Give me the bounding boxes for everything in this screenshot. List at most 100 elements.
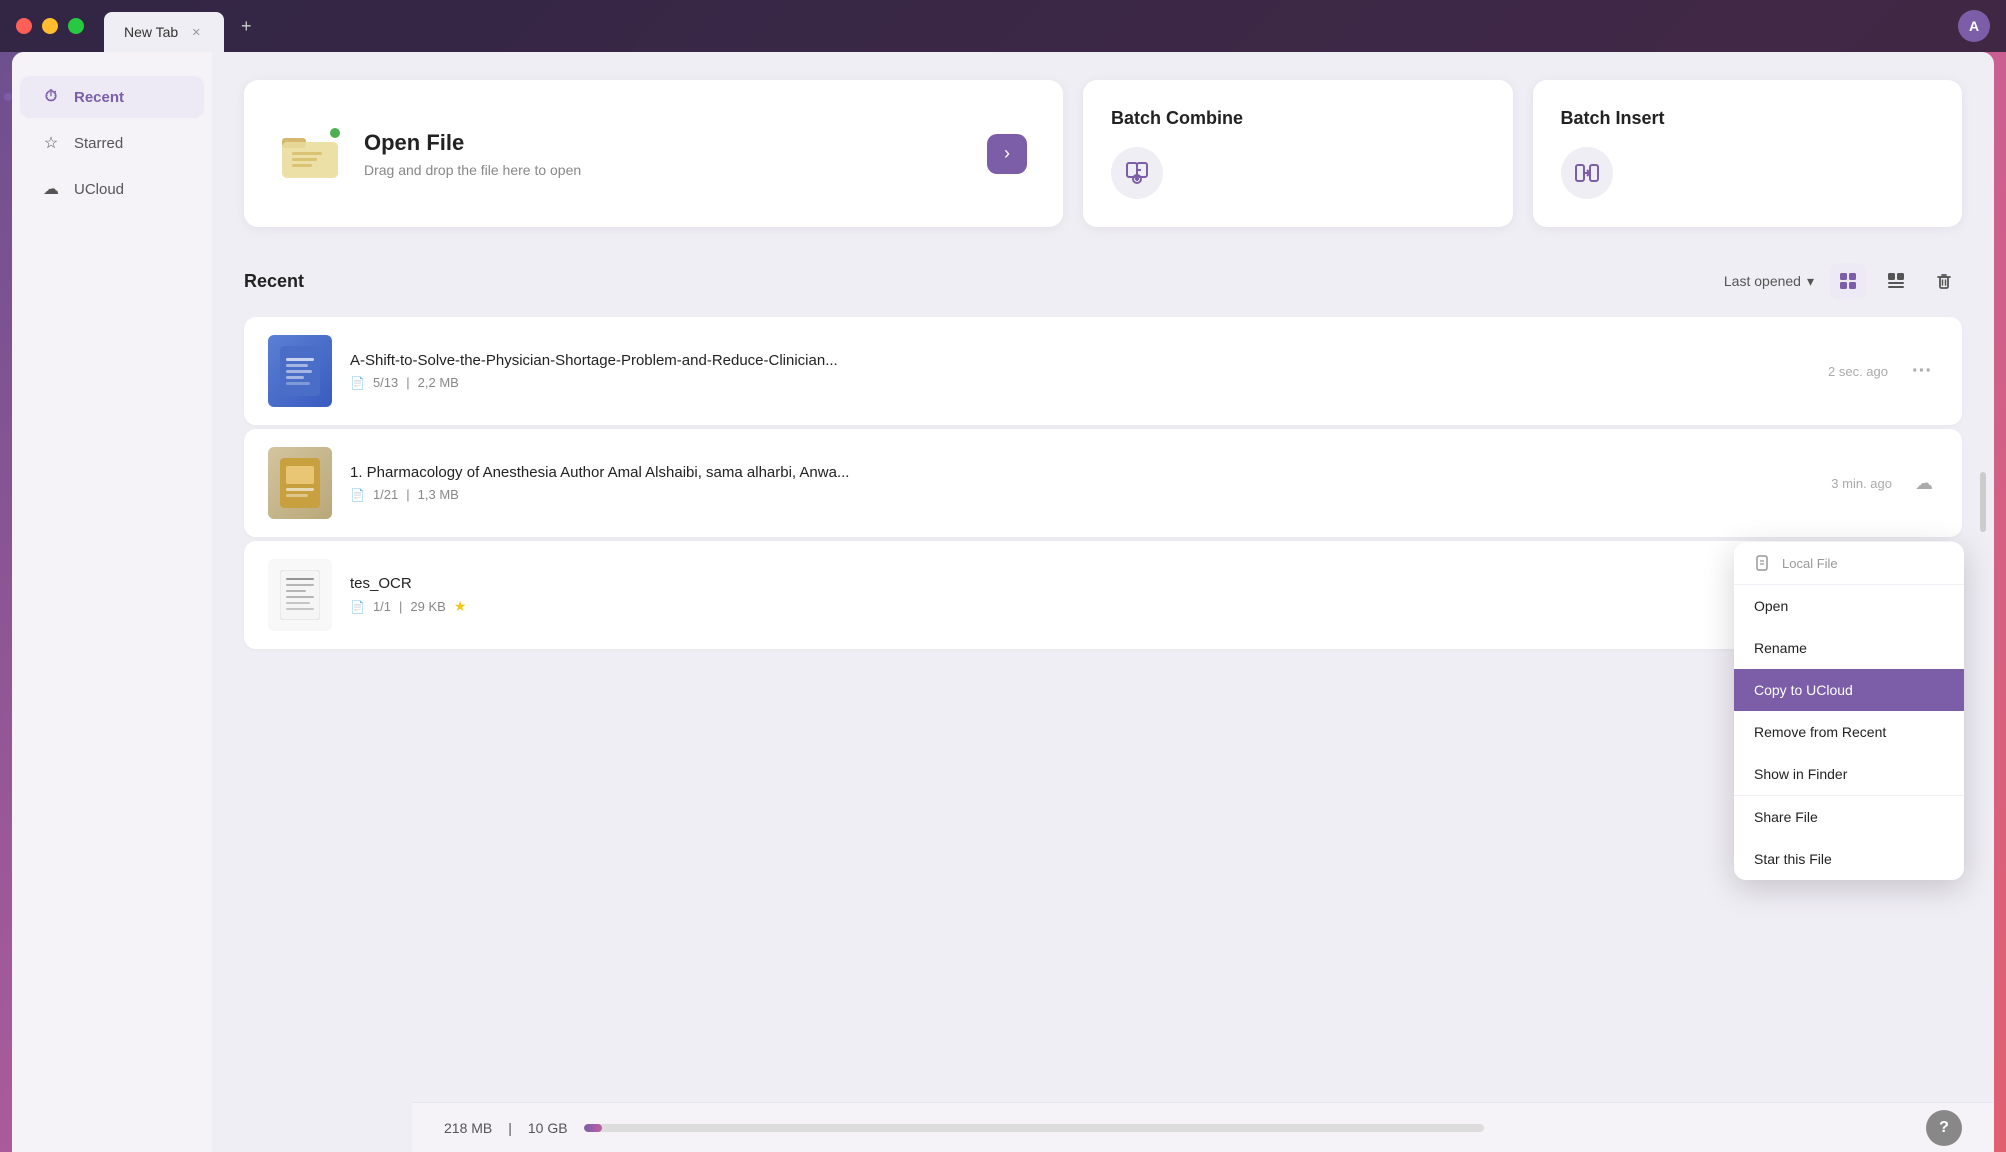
- file-thumbnail: [268, 447, 332, 519]
- main-content: Open File Drag and drop the file here to…: [212, 52, 1994, 1152]
- file-name: tes_OCR: [350, 575, 1823, 592]
- file-thumbnail: [268, 335, 332, 407]
- file-pages: 1/21: [373, 487, 398, 502]
- storage-separator: |: [508, 1120, 512, 1136]
- batch-combine-title: Batch Combine: [1111, 108, 1243, 129]
- context-menu-item-show-in-finder[interactable]: Show in Finder: [1734, 753, 1964, 795]
- list-view-button[interactable]: [1878, 263, 1914, 299]
- page-icon: 📄: [350, 488, 365, 502]
- help-button[interactable]: ?: [1926, 1110, 1962, 1146]
- sidebar-item-label-recent: Recent: [74, 89, 124, 106]
- app-container: ⏱ Recent ☆ Starred ☁ UCloud: [12, 52, 1994, 1152]
- file-thumbnail: [268, 559, 332, 631]
- recent-section: Recent Last opened ▾: [244, 263, 1962, 649]
- file-time: 2 sec. ago: [1828, 364, 1888, 379]
- file-preview-svg: [280, 570, 320, 620]
- context-menu-item-open[interactable]: Open: [1734, 585, 1964, 627]
- page-icon: 📄: [350, 376, 365, 390]
- view-icons: [1830, 263, 1962, 299]
- list-icon: [1886, 271, 1906, 291]
- file-more-button[interactable]: ···: [1906, 355, 1938, 387]
- file-item: 1. Pharmacology of Anesthesia Author Ama…: [244, 429, 1962, 537]
- minimize-button[interactable]: [42, 18, 58, 34]
- scroll-track[interactable]: [1980, 472, 1986, 532]
- top-cards: Open File Drag and drop the file here to…: [244, 80, 1962, 227]
- storage-bar-fill: [584, 1124, 602, 1132]
- context-menu-header: Local File: [1734, 542, 1964, 585]
- folder-icon-wrap: [280, 128, 340, 180]
- share-file-label: Share File: [1754, 809, 1818, 825]
- title-bar: New Tab ✕ + A: [0, 0, 2006, 52]
- bottom-bar: 218 MB | 10 GB ?: [412, 1102, 1994, 1152]
- recent-header: Recent Last opened ▾: [244, 263, 1962, 299]
- rename-label: Rename: [1754, 640, 1807, 656]
- open-file-text: Open File Drag and drop the file here to…: [364, 130, 581, 178]
- storage-total: 10 GB: [528, 1120, 568, 1136]
- file-size: 29 KB: [410, 599, 445, 614]
- context-menu-item-remove-from-recent[interactable]: Remove from Recent: [1734, 711, 1964, 753]
- context-menu-item-share-file[interactable]: Share File: [1734, 796, 1964, 838]
- context-menu-item-star-this-file[interactable]: Star this File: [1734, 838, 1964, 880]
- sidebar-item-recent[interactable]: ⏱ Recent: [20, 76, 204, 118]
- avatar[interactable]: A: [1958, 10, 1990, 42]
- file-preview-svg: [280, 346, 320, 396]
- thumb-placeholder: [268, 335, 332, 407]
- batch-combine-svg: [1123, 159, 1151, 187]
- open-file-arrow-button[interactable]: ›: [987, 134, 1027, 174]
- copy-to-ucloud-label: Copy to UCloud: [1754, 682, 1853, 698]
- file-list: A-Shift-to-Solve-the-Physician-Shortage-…: [244, 317, 1962, 649]
- file-pages: 1/1: [373, 599, 391, 614]
- sidebar-item-ucloud[interactable]: ☁ UCloud: [20, 168, 204, 210]
- open-file-title: Open File: [364, 130, 581, 156]
- sidebar-item-starred[interactable]: ☆ Starred: [20, 122, 204, 164]
- grid-view-button[interactable]: [1830, 263, 1866, 299]
- context-menu-header-label: Local File: [1782, 556, 1838, 571]
- recent-icon: ⏱: [40, 86, 62, 108]
- file-info: tes_OCR 📄 1/1 | 29 KB ★: [350, 575, 1823, 615]
- file-item: tes_OCR 📄 1/1 | 29 KB ★ 1 hr. ago ☁: [244, 541, 1962, 649]
- batch-insert-title: Batch Insert: [1561, 108, 1665, 129]
- file-time: 3 min. ago: [1831, 476, 1892, 491]
- open-label: Open: [1754, 598, 1788, 614]
- batch-combine-card[interactable]: Batch Combine: [1083, 80, 1513, 227]
- file-icon-svg: [1755, 555, 1771, 571]
- file-info: 1. Pharmacology of Anesthesia Author Ama…: [350, 464, 1813, 502]
- file-meta: 📄 1/1 | 29 KB ★: [350, 598, 1823, 615]
- maximize-button[interactable]: [68, 18, 84, 34]
- sidebar-item-label-starred: Starred: [74, 135, 123, 152]
- file-item: A-Shift-to-Solve-the-Physician-Shortage-…: [244, 317, 1962, 425]
- context-menu: Local File Open Rename Copy to UCloud Re…: [1734, 542, 1964, 880]
- remove-from-recent-label: Remove from Recent: [1754, 724, 1886, 740]
- file-name: 1. Pharmacology of Anesthesia Author Ama…: [350, 464, 1813, 481]
- open-file-card[interactable]: Open File Drag and drop the file here to…: [244, 80, 1063, 227]
- file-cloud-icon: ☁: [1910, 469, 1938, 497]
- tab-close-button[interactable]: ✕: [188, 24, 204, 40]
- grid-icon: [1838, 271, 1858, 291]
- file-size: 1,3 MB: [418, 487, 459, 502]
- trash-button[interactable]: [1926, 263, 1962, 299]
- close-button[interactable]: [16, 18, 32, 34]
- file-name: A-Shift-to-Solve-the-Physician-Shortage-…: [350, 352, 1810, 369]
- folder-status-dot: [330, 128, 340, 138]
- file-meta: 📄 5/13 | 2,2 MB: [350, 375, 1810, 390]
- sort-dropdown[interactable]: Last opened ▾: [1724, 273, 1814, 290]
- tab-title: New Tab: [124, 24, 178, 40]
- context-menu-item-copy-to-ucloud[interactable]: Copy to UCloud: [1734, 669, 1964, 711]
- file-info: A-Shift-to-Solve-the-Physician-Shortage-…: [350, 352, 1810, 390]
- sidebar-item-label-ucloud: UCloud: [74, 181, 124, 198]
- file-preview-svg: [280, 458, 320, 508]
- batch-insert-svg: [1573, 159, 1601, 187]
- sidebar: ⏱ Recent ☆ Starred ☁ UCloud: [12, 52, 212, 1152]
- open-file-subtitle: Drag and drop the file here to open: [364, 162, 581, 178]
- batch-insert-icon: [1561, 147, 1613, 199]
- batch-combine-icon: [1111, 147, 1163, 199]
- sort-label: Last opened: [1724, 273, 1801, 289]
- star-this-file-label: Star this File: [1754, 851, 1832, 867]
- star-badge-icon: ★: [454, 598, 467, 615]
- batch-insert-card[interactable]: Batch Insert: [1533, 80, 1963, 227]
- tab-new-tab[interactable]: New Tab ✕: [104, 12, 224, 52]
- context-menu-item-rename[interactable]: Rename: [1734, 627, 1964, 669]
- show-in-finder-label: Show in Finder: [1754, 766, 1847, 782]
- new-tab-button[interactable]: +: [232, 12, 260, 40]
- thumb-placeholder: [268, 559, 332, 631]
